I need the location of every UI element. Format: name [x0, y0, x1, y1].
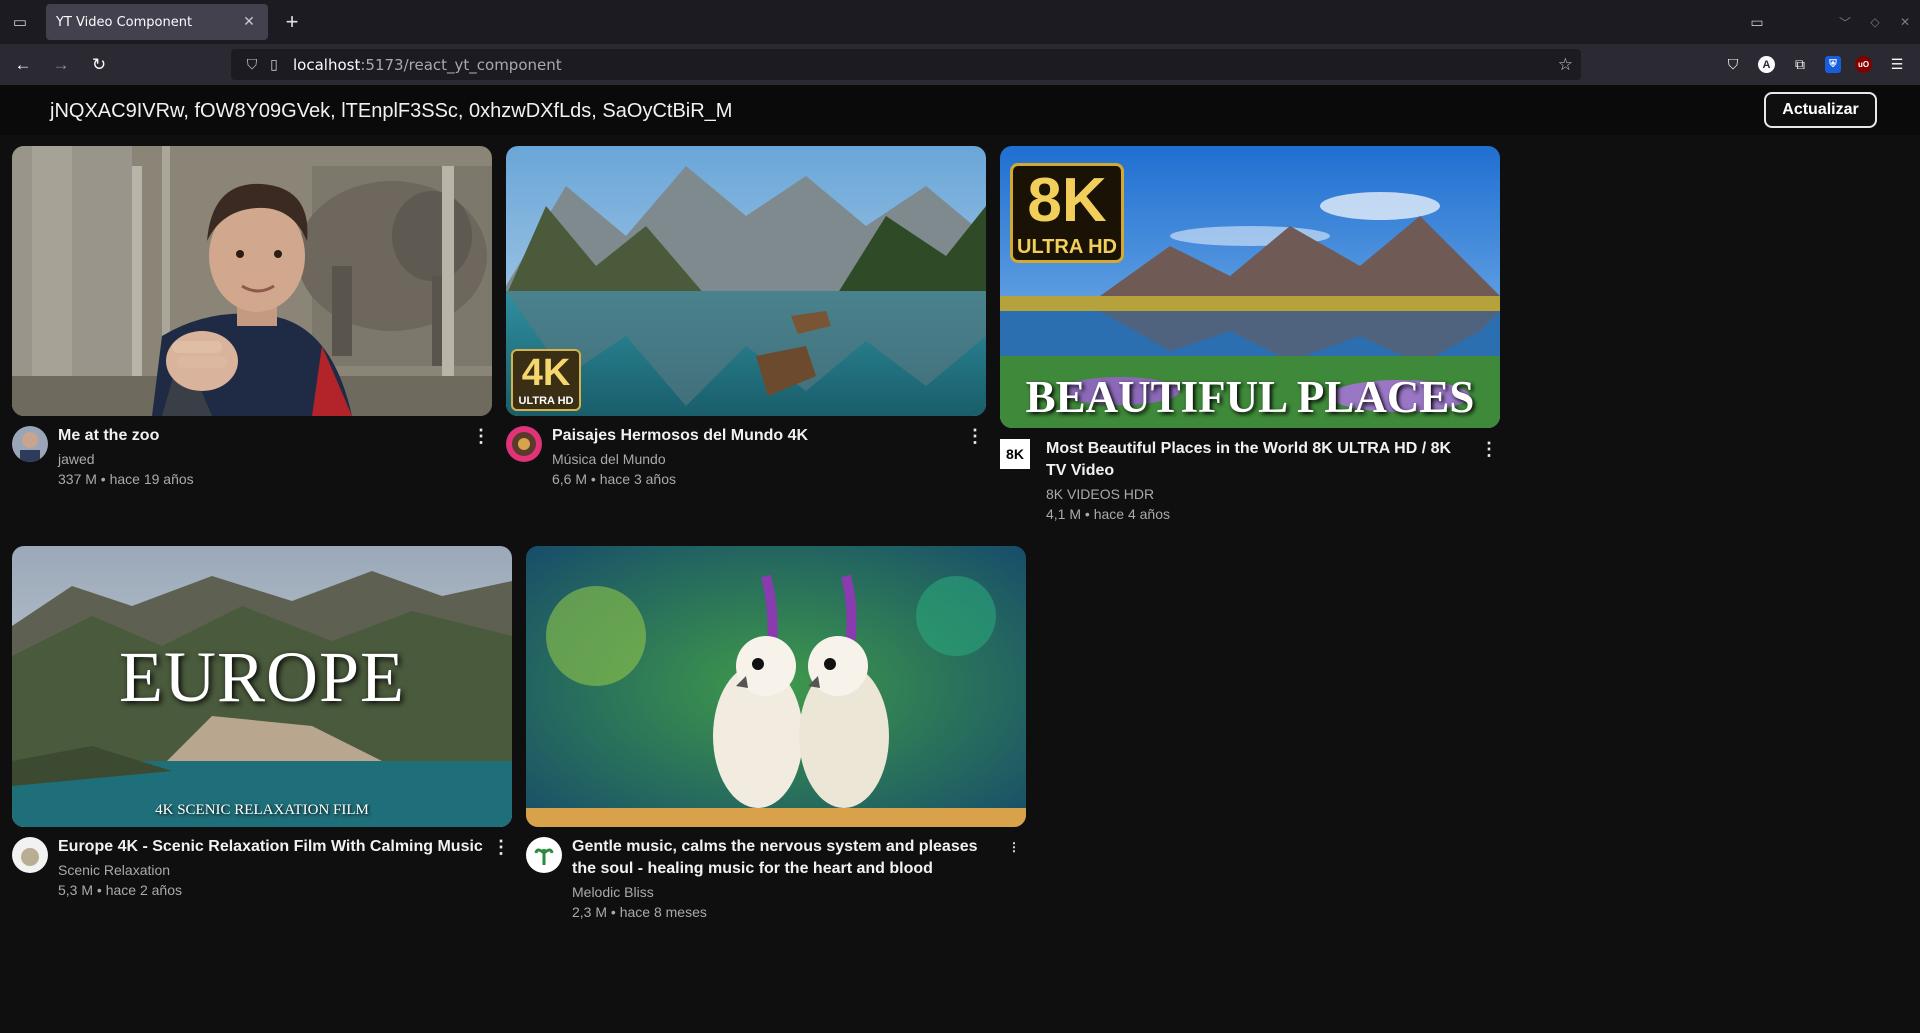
video-card[interactable]: 4K ULTRA HD Paisajes Hermosos del Mundo … — [506, 146, 986, 489]
badge-main-text: 4K — [521, 352, 571, 394]
video-stats: 2,3 M • hace 8 meses — [572, 904, 707, 920]
thumbnail-overlay-subtext: 4K SCENIC RELAXATION FILM — [155, 802, 369, 818]
video-card[interactable]: Gentle music, calms the nervous system a… — [526, 546, 1026, 922]
video-thumbnail[interactable]: EUROPE 4K SCENIC RELAXATION FILM — [12, 546, 512, 827]
video-meta: Paisajes Hermosos del Mundo 4K Música de… — [506, 425, 986, 489]
video-card[interactable]: 8K ULTRA HD BEAUTIFUL PLACES 8K Most Bea… — [1000, 146, 1500, 524]
channel-avatar[interactable] — [526, 837, 562, 873]
navigation-bar: ← → ↻ ⛉ ▯ localhost:5173/react_yt_compon… — [0, 44, 1920, 85]
video-stats: 337 M • hace 19 años — [58, 471, 194, 487]
close-tab-icon[interactable]: ✕ — [240, 14, 258, 30]
url-host: localhost — [293, 55, 361, 74]
badge-sub-text: ULTRA HD — [518, 395, 574, 407]
video-meta: Me at the zoo jawed 337 M • hace 19 años… — [12, 425, 492, 489]
video-title[interactable]: Europe 4K - Scenic Relaxation Film With … — [58, 836, 484, 858]
window-controls: ▭ ﹀ ◇ ✕ — [1742, 0, 1920, 44]
shield-icon[interactable]: ⛉ — [241, 56, 263, 73]
close-window-icon[interactable]: ✕ — [1890, 0, 1920, 44]
tab-list-icon[interactable]: ▭ — [0, 0, 40, 44]
video-stats: 6,6 M • hace 3 años — [552, 471, 676, 487]
url-bar[interactable]: ⛉ ▯ localhost:5173/react_yt_component ☆ — [231, 49, 1581, 80]
video-meta: Europe 4K - Scenic Relaxation Film With … — [12, 836, 512, 900]
ultra-hd-badge: 8K ULTRA HD — [1010, 163, 1124, 263]
video-meta: Gentle music, calms the nervous system a… — [526, 836, 1026, 922]
thumbnail-overlay-text: EUROPE — [118, 637, 406, 717]
channel-avatar[interactable]: 8K — [1000, 439, 1030, 469]
video-title[interactable]: Most Beautiful Places in the World 8K UL… — [1046, 438, 1472, 482]
video-title[interactable]: Gentle music, calms the nervous system a… — [572, 836, 998, 880]
channel-avatar-text: 8K — [1000, 439, 1030, 469]
video-card[interactable]: Me at the zoo jawed 337 M • hace 19 años… — [12, 146, 492, 489]
video-title[interactable]: Paisajes Hermosos del Mundo 4K — [552, 425, 958, 447]
badge-main-text: 8K — [1027, 166, 1107, 235]
tab-title: YT Video Component — [56, 14, 193, 30]
video-thumbnail[interactable]: 8K ULTRA HD BEAUTIFUL PLACES — [1000, 146, 1500, 428]
thumbnail-overlay-text: BEAUTIFUL PLACES — [1025, 372, 1475, 422]
extensions-icon[interactable]: ⧉ — [1789, 54, 1811, 76]
refresh-button[interactable]: Actualizar — [1764, 92, 1877, 128]
video-thumbnail[interactable]: 4K ULTRA HD — [506, 146, 986, 416]
more-options-icon[interactable]: ⋮ — [492, 836, 510, 860]
more-options-icon[interactable]: ⋮ — [472, 425, 490, 449]
video-card[interactable]: EUROPE 4K SCENIC RELAXATION FILM Europe … — [12, 546, 512, 900]
video-stats: 5,3 M • hace 2 años — [58, 882, 182, 898]
browser-tab[interactable]: YT Video Component ✕ — [46, 4, 268, 40]
channel-avatar[interactable] — [12, 426, 48, 462]
video-thumbnail[interactable] — [526, 546, 1026, 827]
more-options-icon[interactable]: ⋮ — [966, 425, 984, 449]
new-tab-icon[interactable]: + — [274, 4, 310, 40]
more-options-icon[interactable]: ⋮ — [1480, 438, 1498, 462]
video-meta: 8K Most Beautiful Places in the World 8K… — [1000, 438, 1500, 524]
browser-tab-bar: ▭ YT Video Component ✕ + ▭ ﹀ ◇ ✕ — [0, 0, 1920, 44]
video-stats: 4,1 M • hace 4 años — [1046, 506, 1170, 522]
url-text[interactable]: localhost:5173/react_yt_component — [293, 56, 562, 74]
pocket-icon[interactable]: ⛉ — [1722, 54, 1744, 76]
badge-sub-text: ULTRA HD — [1017, 236, 1117, 258]
page-header: jNQXAC9IVRw, fOW8Y09GVek, lTEnplF3SSc, 0… — [0, 85, 1920, 135]
video-title[interactable]: Me at the zoo — [58, 425, 464, 447]
url-path: :5173/react_yt_component — [360, 55, 562, 74]
menu-icon[interactable]: ☰ — [1886, 54, 1908, 76]
page-info-icon[interactable]: ▯ — [263, 56, 285, 73]
video-thumbnail[interactable] — [12, 146, 492, 416]
bookmark-star-icon[interactable]: ☆ — [1558, 55, 1573, 75]
forward-icon[interactable]: → — [46, 50, 76, 80]
ultra-hd-badge: 4K ULTRA HD — [511, 349, 581, 411]
channel-name[interactable]: Música del Mundo — [552, 449, 958, 469]
bitwarden-icon[interactable]: ⛨ — [1825, 56, 1841, 73]
maximize-icon[interactable]: ◇ — [1860, 0, 1890, 44]
toolbar-right: ⛉ A ⧉ ⛨ uO ☰ — [1722, 44, 1908, 85]
account-icon[interactable]: A — [1758, 56, 1775, 73]
channel-name[interactable]: Scenic Relaxation — [58, 860, 484, 880]
more-options-icon[interactable]: ⋮ — [1006, 836, 1022, 860]
channel-name[interactable]: Melodic Bliss — [572, 882, 998, 902]
reload-icon[interactable]: ↻ — [84, 50, 114, 80]
back-icon[interactable]: ← — [8, 50, 38, 80]
page-content: jNQXAC9IVRw, fOW8Y09GVek, lTEnplF3SSc, 0… — [0, 85, 1920, 1033]
ublock-icon[interactable]: uO — [1855, 56, 1872, 73]
channel-name[interactable]: 8K VIDEOS HDR — [1046, 484, 1472, 504]
restore-window-icon[interactable]: ▭ — [1742, 0, 1772, 44]
channel-avatar[interactable] — [12, 837, 48, 873]
minimize-icon[interactable]: ﹀ — [1830, 0, 1860, 44]
video-ids-text: jNQXAC9IVRw, fOW8Y09GVek, lTEnplF3SSc, 0… — [50, 100, 733, 122]
channel-avatar[interactable] — [506, 426, 542, 462]
channel-name[interactable]: jawed — [58, 449, 464, 469]
